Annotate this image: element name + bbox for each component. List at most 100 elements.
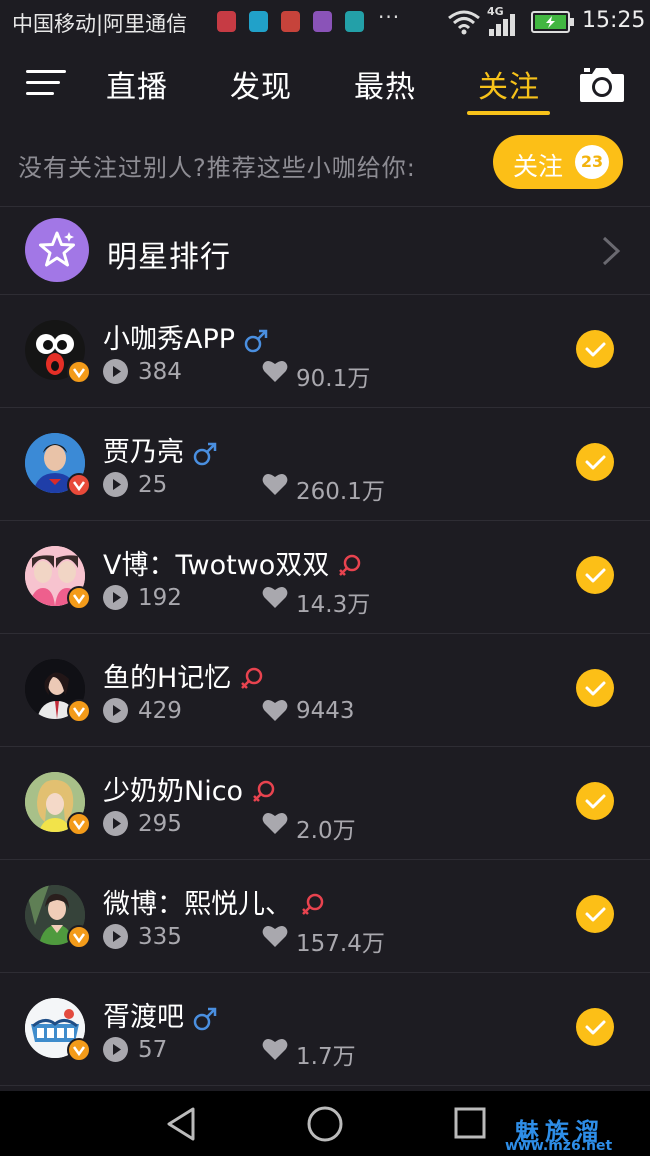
heart-icon: [262, 586, 288, 608]
followed-check-button[interactable]: [576, 556, 614, 594]
star-ranking-row[interactable]: 明星排行: [0, 207, 650, 295]
wifi-icon: [448, 10, 480, 35]
play-count: 25: [138, 472, 168, 498]
male-icon: [193, 442, 217, 465]
like-count: 157.4万: [296, 931, 385, 957]
clock-label: 15:25: [582, 8, 646, 33]
followed-check-button[interactable]: [576, 895, 614, 933]
followed-check-button[interactable]: [576, 782, 614, 820]
user-row[interactable]: 贾乃亮 25 260.1万: [0, 408, 650, 521]
recents-icon[interactable]: [454, 1107, 486, 1139]
user-name: 少奶奶Nico: [103, 769, 277, 808]
sim-notification-icon: [345, 11, 364, 32]
keyboard-notification-icon: [313, 11, 332, 32]
tab-live[interactable]: 直播: [106, 62, 168, 106]
battery-icon: [531, 11, 574, 33]
verified-badge-icon: [67, 699, 91, 723]
heart-icon: [262, 360, 288, 382]
verified-badge-icon: [67, 1038, 91, 1062]
play-icon: [103, 698, 128, 723]
play-count: 57: [138, 1037, 168, 1063]
user-name-text: V博：Twotwo双双: [103, 550, 330, 581]
female-icon: [302, 893, 324, 915]
like-count: 14.3万: [296, 592, 371, 618]
play-count: 192: [138, 585, 182, 611]
star-ranking-label: 明星排行: [107, 240, 231, 275]
user-row[interactable]: 鱼的H记忆 429 9443: [0, 634, 650, 747]
followed-check-button[interactable]: [576, 443, 614, 481]
heart-icon: [262, 1038, 288, 1060]
user-row[interactable]: V博：Twotwo双双 192 14.3万: [0, 521, 650, 634]
user-name: 鱼的H记忆: [103, 656, 265, 695]
recommend-bar: 没有关注过别人?推荐这些小咖给你: 关注 23: [0, 120, 650, 207]
camera-icon[interactable]: [578, 64, 626, 104]
user-row[interactable]: 胥渡吧 57 1.7万: [0, 973, 650, 1086]
female-icon: [241, 667, 263, 689]
user-name: 微博：熙悦儿、: [103, 882, 326, 921]
back-icon[interactable]: [164, 1106, 198, 1142]
verified-badge-icon: [67, 812, 91, 836]
usb-notification-icon: [249, 11, 268, 32]
user-name: 胥渡吧: [103, 995, 218, 1034]
followed-check-button[interactable]: [576, 669, 614, 707]
play-count: 384: [138, 359, 182, 385]
verified-badge-icon: [67, 925, 91, 949]
menu-icon[interactable]: [26, 68, 66, 98]
play-icon: [103, 811, 128, 836]
like-count: 2.0万: [296, 818, 356, 844]
user-name-text: 胥渡吧: [103, 1002, 184, 1033]
user-name: 小咖秀APP: [103, 317, 269, 356]
watermark-url: www.mz6.net: [505, 1138, 613, 1154]
verified-badge-icon: [67, 473, 91, 497]
followed-check-button[interactable]: [576, 330, 614, 368]
male-icon: [244, 329, 268, 352]
like-count: 260.1万: [296, 479, 385, 505]
like-count: 1.7万: [296, 1044, 356, 1070]
play-icon: [103, 585, 128, 610]
play-count: 429: [138, 698, 182, 724]
top-nav: 直播 发现 最热 关注: [0, 44, 650, 120]
home-icon[interactable]: [306, 1105, 344, 1143]
verified-badge-icon: [67, 360, 91, 384]
followed-check-button[interactable]: [576, 1008, 614, 1046]
heart-icon: [262, 473, 288, 495]
recommend-text: 没有关注过别人?推荐这些小咖给你:: [18, 154, 416, 182]
tab-hottest[interactable]: 最热: [354, 62, 416, 106]
user-row[interactable]: 微博：熙悦儿、 335 157.4万: [0, 860, 650, 973]
user-name: 贾乃亮: [103, 430, 218, 469]
status-bar: 中国移动|阿里通信 ··· 4G 15:25: [0, 0, 650, 44]
play-count: 335: [138, 924, 182, 950]
heart-icon: [262, 925, 288, 947]
watermark-logo: 魅族溜 www.mz6.net: [505, 1112, 640, 1156]
user-row[interactable]: 少奶奶Nico 295 2.0万: [0, 747, 650, 860]
female-icon: [339, 554, 361, 576]
play-icon: [103, 1037, 128, 1062]
active-tab-indicator: [467, 111, 550, 115]
like-count: 90.1万: [296, 366, 371, 392]
user-name-text: 贾乃亮: [103, 437, 184, 468]
follow-all-label: 关注: [513, 152, 564, 181]
female-icon: [253, 780, 275, 802]
app-notification-icon: [281, 11, 300, 32]
carrier-label: 中国移动|阿里通信: [12, 12, 188, 36]
user-row[interactable]: 小咖秀APP 384 90.1万: [0, 295, 650, 408]
play-icon: [103, 472, 128, 497]
heart-icon: [262, 699, 288, 721]
tab-following[interactable]: 关注: [478, 62, 540, 106]
user-name-text: 鱼的H记忆: [103, 663, 232, 694]
chevron-right-icon: [602, 236, 621, 266]
tab-discover[interactable]: 发现: [230, 62, 292, 106]
like-count: 9443: [296, 698, 355, 724]
signal-icon: [489, 14, 515, 36]
play-icon: [103, 359, 128, 384]
user-name-text: 微博：熙悦儿、: [103, 889, 292, 920]
user-name-text: 少奶奶Nico: [103, 776, 244, 807]
user-name: V博：Twotwo双双: [103, 543, 363, 582]
user-name-text: 小咖秀APP: [103, 324, 236, 355]
follow-count-badge: 23: [575, 145, 609, 179]
play-icon: [103, 924, 128, 949]
follow-all-button[interactable]: 关注 23: [493, 135, 623, 189]
heart-icon: [262, 812, 288, 834]
verified-badge-icon: [67, 586, 91, 610]
male-icon: [193, 1007, 217, 1030]
